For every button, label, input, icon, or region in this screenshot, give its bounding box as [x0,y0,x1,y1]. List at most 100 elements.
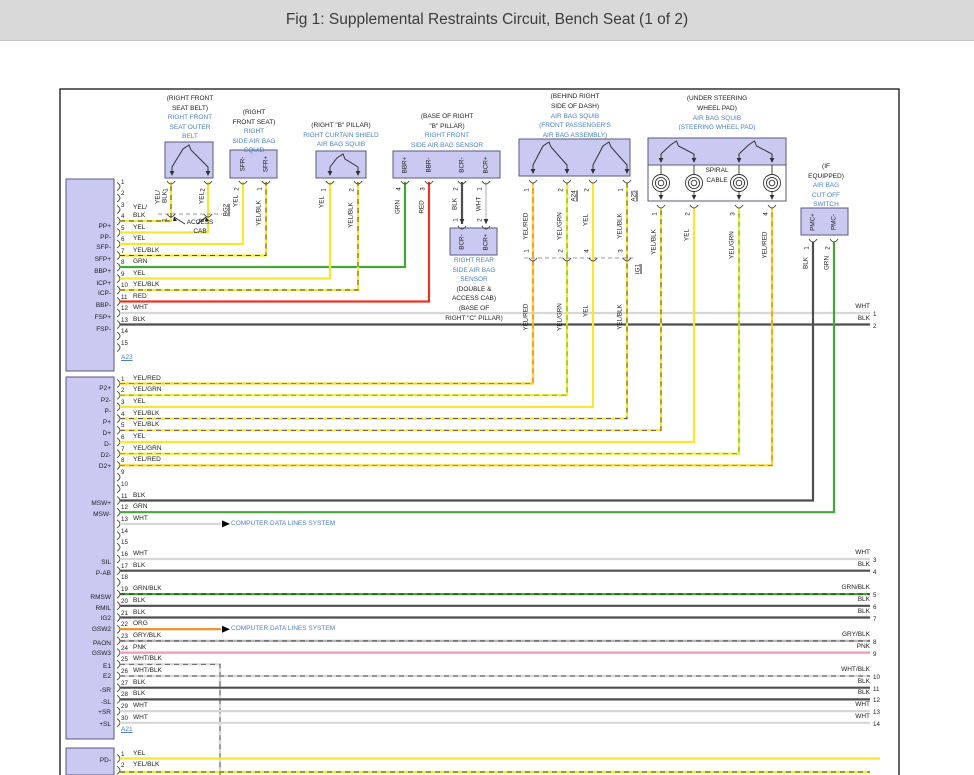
spiral-cable-label: CABLE [706,177,727,185]
connector-link[interactable]: A23 [121,354,133,362]
wire-color-label: YEL [133,224,145,232]
vertical-label: YEL [684,229,691,241]
terminal-label: P+ [66,419,111,427]
pin-number: 9 [873,651,876,659]
vertical-label: 1 [524,249,531,253]
wire-color-label: WHT/BLK [133,667,162,675]
pin-number: 22 [121,621,128,629]
wire-color-label: YEL/BLK [133,247,159,255]
vertical-label: 2 [558,188,565,192]
pin-number: 14 [121,528,128,536]
connector-link[interactable]: A25 [631,190,638,201]
terminal-label: D+ [66,430,111,438]
pin-number: 1 [121,179,124,187]
spiral-cable-label: SPIRAL [705,167,728,175]
vertical-label: 2 [234,187,241,191]
pin-number: 13 [121,516,128,524]
connector-link[interactable]: A21 [121,726,133,734]
vertical-label: 1 [321,188,328,192]
vertical-label: YEL/GRN [729,231,736,259]
pin-number: 7 [873,616,876,624]
pin-cavity [117,321,120,329]
pin-number: 14 [121,328,128,336]
pin-number: 21 [121,610,128,618]
wire-color-label: WHT [790,303,870,311]
steering-air-bag-squib-caption: AIR BAG SQUIB [693,115,741,123]
pin-number: 23 [121,633,128,641]
pin-number: 9 [121,271,124,279]
vertical-label: 3 [618,249,625,253]
pin-cavity [117,707,120,715]
pin-number: 9 [121,469,124,477]
right-rear-side-air-bag-sensor-caption: (DOUBLE & [456,286,491,294]
vertical-label: 1 [477,187,484,191]
terminal-label: BCR+ [483,233,490,250]
pin-cavity [117,217,120,225]
vertical-label: 1 [453,218,460,222]
terminal-label: PD- [66,757,111,765]
vertical-label: 1 [804,246,811,250]
wiring-diagram-page: Fig 1: Supplemental Restraints Circuit, … [0,0,974,775]
terminal-label: BBP- [66,302,111,310]
wire-stripe [120,208,772,465]
right-side-air-bag-squib-caption: SIDE AIR BAG [233,138,276,146]
vertical-label: YEL/ [155,190,162,204]
terminal-label: PAON [66,640,111,648]
vertical-label: YEL/RED [523,304,530,331]
wire-color-label: YEL/GRN [133,386,162,394]
connector-link[interactable]: IG1 [635,264,642,274]
right-front-seat-outer-belt-caption: SEAT OUTER [170,124,211,132]
terminal-label: BBR- [426,157,433,172]
wire-color-label: YEL [133,750,145,758]
terminal-label: FSP+ [66,314,111,322]
terminal-label: BCR+ [483,156,490,173]
right-side-air-bag-squib-caption: FRONT SEAT) [233,119,276,127]
wire-color-label: BLK [133,679,145,687]
wire-color-label: WHT [790,701,870,709]
vertical-label: YEL [199,192,206,204]
wire-color-label: WHT [133,550,148,558]
wire-color-label: BLK [133,316,145,324]
vertical-label: YEL/GRN [557,212,564,240]
terminal-label: SIL [66,559,111,567]
vertical-label: 2 [477,218,484,222]
pin-number: 11 [121,294,127,302]
right-rear-side-air-bag-sensor-caption: ACCESS CAB) [452,295,496,303]
pin-number: 24 [121,645,128,653]
terminal-label: BCR- [459,157,466,172]
pin-cavity [589,180,597,183]
pin-number: 18 [121,574,128,582]
pin-number: 19 [121,586,128,594]
pin-number: 30 [121,715,128,723]
pin-number: 2 [121,387,124,395]
vertical-label: 2 [453,187,460,191]
wire-color-label: YEL/BLK [133,410,159,418]
pin-cavity [117,286,120,294]
terminal-label: D2+ [66,463,111,471]
wire-color-label: YEL [133,270,145,278]
passenger-air-bag-squib-caption: AIR BAG SQUIB [551,113,599,121]
connector-link[interactable]: BG2 [223,204,230,217]
pin-number: 11 [873,686,879,694]
pin-number: 7 [121,446,124,454]
vertical-label: BLK [162,191,169,203]
pin-cavity [117,649,120,657]
terminal-label: PMC- [831,213,838,229]
vertical-label: 2 [349,188,356,192]
pin-cavity [117,380,120,388]
right-side-air-bag-squib-caption: SQUIB [244,147,264,155]
pin-number: 6 [121,236,124,244]
pin-cavity [117,497,120,505]
vertical-label: 4 [584,249,591,253]
wire-color-label: BLK [133,492,145,500]
wire-color-label: YEL/BLK [133,281,159,289]
vertical-label: YEL/BLK [617,213,624,239]
pin-number: 10 [121,481,128,489]
vertical-label: YEL/GRN [557,303,564,331]
wire-color-label: BLK [133,562,145,570]
terminal-label: SFP- [66,244,111,252]
vertical-label: WHT [476,197,483,211]
terminal-label: +SR [66,709,111,717]
connector-link[interactable]: A24 [571,190,578,201]
vertical-label: 4 [763,212,770,216]
